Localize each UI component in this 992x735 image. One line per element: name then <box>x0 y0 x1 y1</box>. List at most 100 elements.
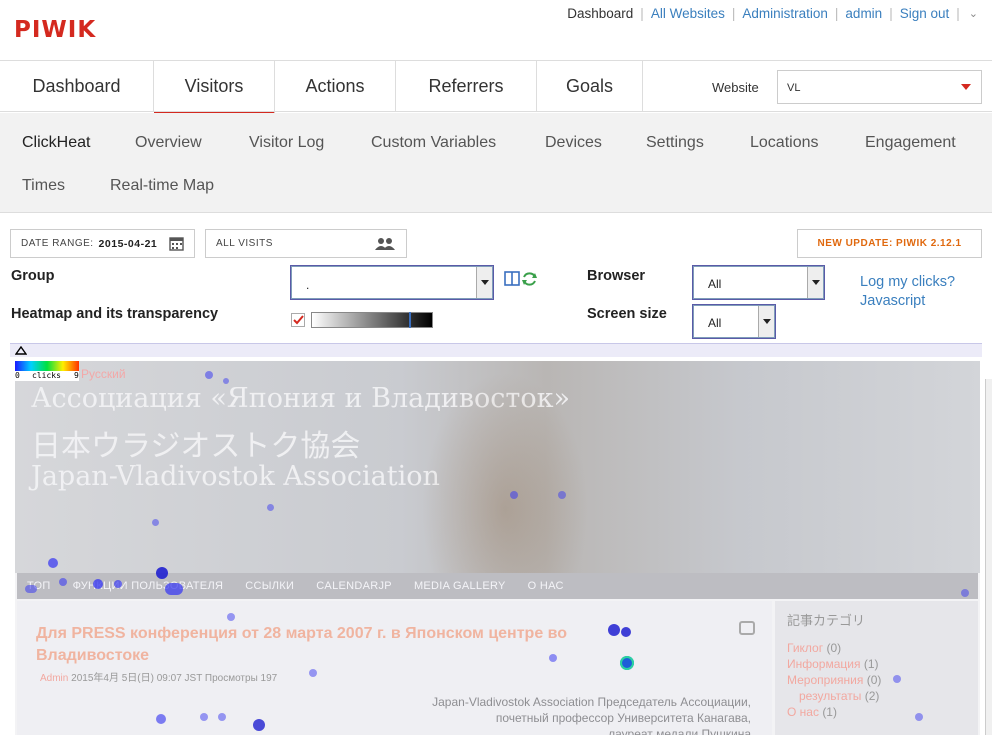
category-name: Информация <box>787 657 861 671</box>
screen-size-value: All <box>708 316 722 330</box>
heat-dot <box>93 579 103 589</box>
category-item: результаты (2) <box>799 689 879 703</box>
tab-dashboard[interactable]: Dashboard <box>0 61 154 112</box>
sub-menu: ClickHeat Overview Visitor Log Custom Va… <box>0 113 992 213</box>
tab-actions[interactable]: Actions <box>275 61 396 112</box>
submenu-locations[interactable]: Locations <box>750 134 819 152</box>
heat-dot <box>200 713 208 721</box>
update-notice[interactable]: NEW UPDATE: PIWIK 2.12.1 <box>797 229 982 258</box>
collapse-up-icon[interactable] <box>15 346 27 355</box>
submenu-visitor-log[interactable]: Visitor Log <box>249 134 324 152</box>
post-body-line: почетный профессор Университета Канагава… <box>495 711 751 725</box>
category-name: О нас <box>787 705 819 719</box>
site-title-jp: 日本ウラジオストク協会 <box>31 429 361 464</box>
site-nav-item: MEDIA GALLERY <box>413 580 506 592</box>
heat-dot <box>218 713 226 721</box>
frame-scrollbar[interactable] <box>985 379 992 735</box>
caret-down-icon <box>961 84 971 90</box>
category-item: О нас (1) <box>787 705 837 719</box>
heat-dot <box>549 654 557 662</box>
heat-dot <box>25 585 37 593</box>
submenu-devices[interactable]: Devices <box>545 134 602 152</box>
log-my-clicks-link[interactable]: Log my clicks? <box>860 274 955 290</box>
post-body: Japan-Vladivostok Association Председате… <box>375 694 751 735</box>
date-range-picker[interactable]: DATE RANGE: 2015-04-21 <box>10 229 195 258</box>
website-value: VL <box>787 82 801 94</box>
date-range-value: 2015-04-21 <box>98 237 158 250</box>
javascript-link[interactable]: Javascript <box>860 293 925 309</box>
post-body-line: лауреат медали Пушкина <box>608 727 751 735</box>
post-date-views: 2015年4月 5日(日) 09:07 JST Просмотры 197 <box>71 673 278 684</box>
website-selector[interactable]: VL <box>777 70 982 104</box>
separator: | <box>834 6 839 21</box>
category-count: (2) <box>864 689 880 703</box>
browser-value: All <box>708 277 722 291</box>
submenu-settings[interactable]: Settings <box>646 134 704 152</box>
group-select[interactable]: . <box>290 265 494 300</box>
heat-dot <box>620 656 634 670</box>
segment-value: ALL VISITS <box>216 238 273 249</box>
category-name: Гиклог <box>787 641 824 655</box>
top-nav-administration[interactable]: Administration <box>742 6 828 21</box>
submenu-clickheat[interactable]: ClickHeat <box>22 134 90 152</box>
tab-goals[interactable]: Goals <box>537 61 643 112</box>
transparency-slider[interactable] <box>311 312 433 328</box>
category-name: Мероприяния <box>787 673 864 687</box>
print-icon <box>739 621 755 635</box>
sidebar-title: 記事カテゴリ <box>787 613 866 628</box>
slider-handle[interactable] <box>409 312 411 328</box>
tab-referrers[interactable]: Referrers <box>396 61 537 112</box>
banner-photo <box>415 361 595 573</box>
top-nav-sign-out[interactable]: Sign out <box>900 6 950 21</box>
submenu-times[interactable]: Times <box>22 177 65 195</box>
heat-dot <box>309 669 317 677</box>
site-title-en: Japan-Vladivostok Association <box>31 461 440 492</box>
heat-dot <box>253 719 265 731</box>
category-item: Мероприяния (0) <box>787 673 881 687</box>
heat-dot <box>267 504 274 511</box>
piwik-logo[interactable]: PIWIK <box>14 17 96 43</box>
heat-dot <box>114 580 122 588</box>
check-icon <box>293 315 304 325</box>
tab-visitors[interactable]: Visitors <box>154 61 275 115</box>
browser-label: Browser <box>587 268 646 284</box>
submenu-realtime-map[interactable]: Real-time Map <box>110 177 214 195</box>
heat-dot <box>915 713 923 721</box>
heatmap-toolbar <box>10 343 982 357</box>
heat-dot <box>152 519 159 526</box>
heatmap-checkbox[interactable] <box>291 313 305 327</box>
heatmap-legend: 0 clicks 9 <box>15 361 79 381</box>
post-meta: Admin 2015年4月 5日(日) 09:07 JST Просмотры … <box>40 669 277 684</box>
category-count: (0) <box>866 673 882 687</box>
site-nav-item: CALENDARJP <box>316 580 392 592</box>
top-nav: Dashboard | All Websites | Administratio… <box>567 6 978 21</box>
heat-dot <box>156 714 166 724</box>
heat-dot <box>205 371 213 379</box>
dropdown-arrow-icon <box>476 267 492 298</box>
heat-dot <box>59 578 67 586</box>
heat-dot <box>510 491 518 499</box>
screen-size-label: Screen size <box>587 306 667 322</box>
layout-refresh-icon[interactable] <box>504 270 538 288</box>
heat-dot <box>893 675 901 683</box>
browser-select[interactable]: All <box>692 265 825 300</box>
dropdown-arrow-icon <box>807 267 823 298</box>
chevron-down-icon[interactable]: ⌄ <box>969 7 978 20</box>
category-item: Информация (1) <box>787 657 879 671</box>
heat-dot <box>165 583 183 595</box>
lang-link: Русский <box>81 367 126 381</box>
site-nav-item: О НАС <box>527 580 564 592</box>
submenu-custom-variables[interactable]: Custom Variables <box>371 134 496 152</box>
screen-size-select[interactable]: All <box>692 304 776 339</box>
submenu-engagement[interactable]: Engagement <box>865 134 956 152</box>
segment-selector[interactable]: ALL VISITS <box>205 229 407 258</box>
heatmap-frame[interactable]: Русский Ассоциация «Япония и Владивосток… <box>15 361 980 735</box>
submenu-overview[interactable]: Overview <box>135 134 202 152</box>
heatmap-label: Heatmap and its transparency <box>11 306 219 322</box>
top-nav-all-websites[interactable]: All Websites <box>651 6 725 21</box>
top-nav-dashboard[interactable]: Dashboard <box>567 6 633 21</box>
users-icon <box>375 238 395 250</box>
separator: | <box>731 6 736 21</box>
main-menu: Dashboard Visitors Actions Referrers Goa… <box>0 60 992 115</box>
top-nav-admin[interactable]: admin <box>845 6 882 21</box>
